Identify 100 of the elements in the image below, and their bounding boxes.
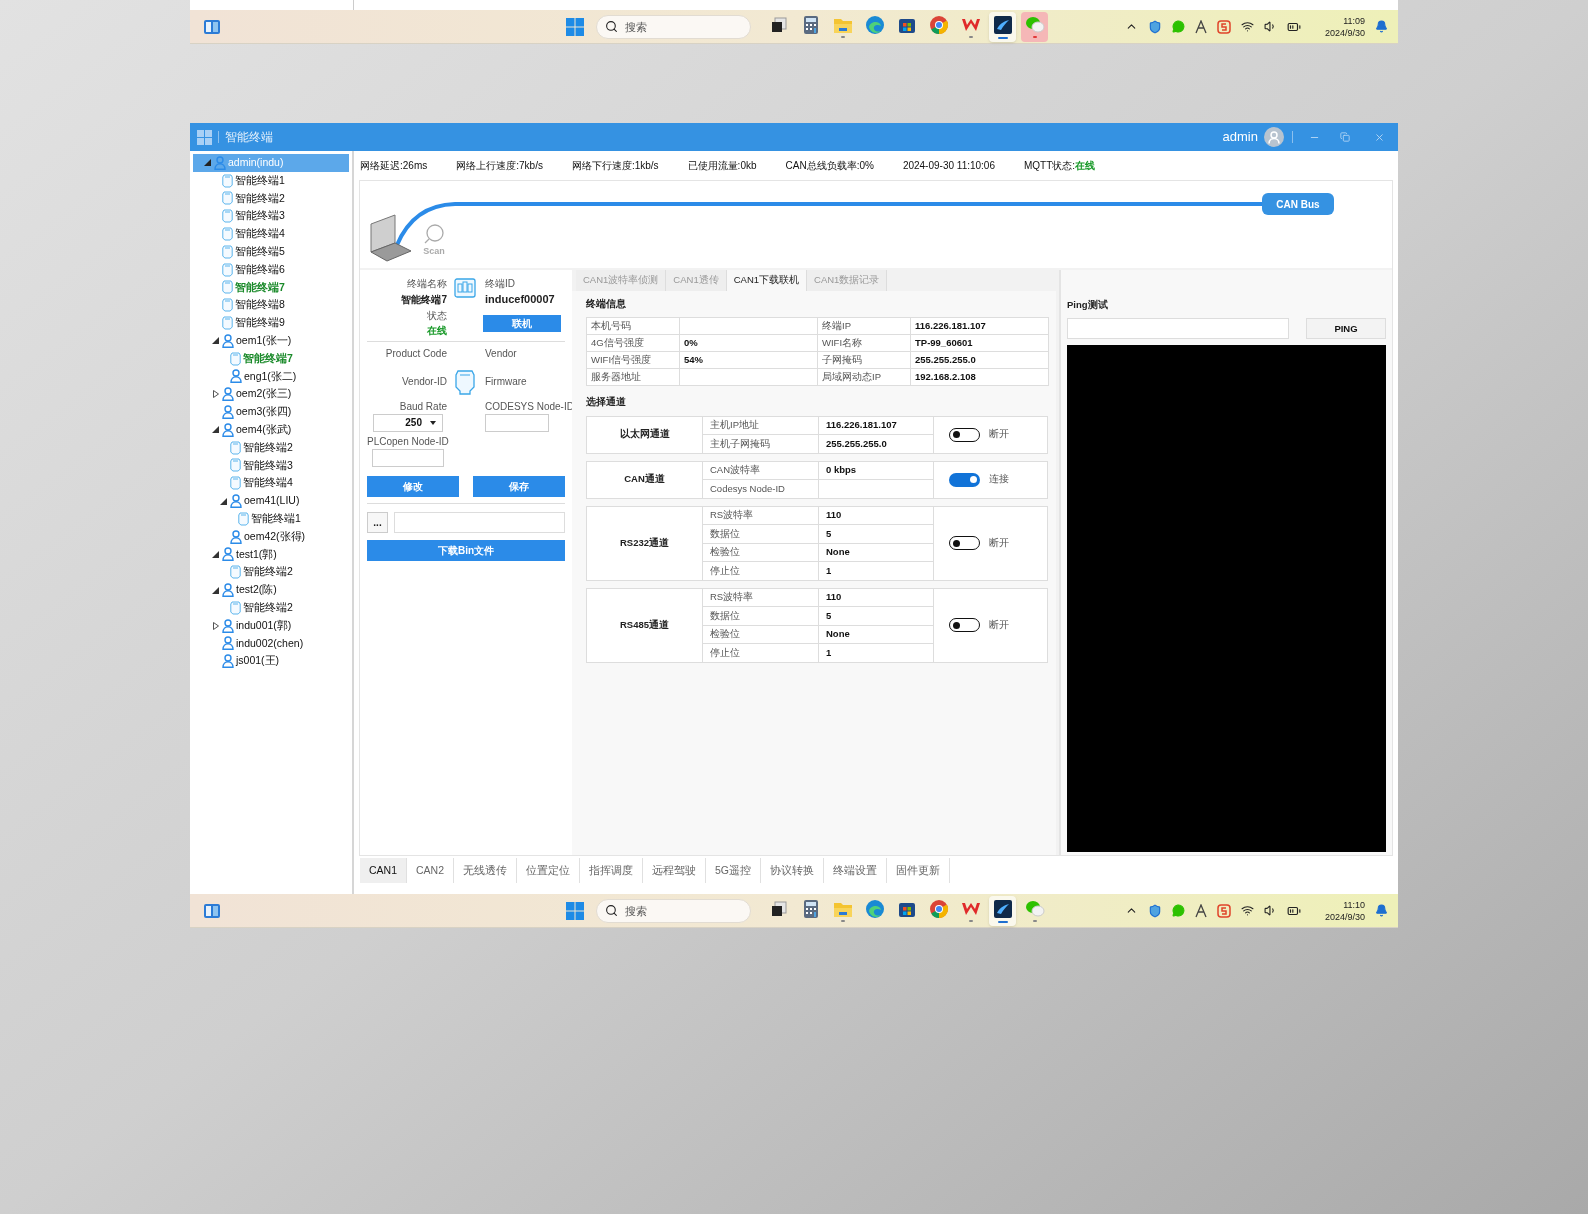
codesys-node-id-input[interactable] bbox=[485, 413, 549, 432]
tree-item[interactable]: oem2(张三) bbox=[193, 385, 349, 404]
toggle-state-label: 断开 bbox=[989, 427, 1009, 442]
download-bin-button[interactable]: 下载Bin文件 bbox=[367, 539, 565, 561]
device-icon bbox=[222, 244, 233, 259]
tree-item[interactable]: 智能终端9 bbox=[193, 314, 349, 332]
tree-item[interactable]: 智能终端2 bbox=[193, 563, 349, 582]
channel-name: RS485通道 bbox=[619, 618, 670, 630]
ping-button[interactable]: PING bbox=[1306, 318, 1386, 340]
s-logo-icon[interactable] bbox=[1216, 19, 1231, 34]
ping-address-input[interactable] bbox=[1067, 318, 1289, 340]
notification-bell-icon[interactable] bbox=[1375, 20, 1388, 33]
tree-item[interactable]: 智能终端3 bbox=[193, 456, 349, 475]
tree-item[interactable]: oem1(张一) bbox=[193, 331, 349, 350]
tree-item[interactable]: eng1(张二) bbox=[193, 367, 349, 386]
search-field[interactable]: 搜索 bbox=[596, 899, 751, 923]
tab[interactable]: CAN1 bbox=[360, 858, 407, 883]
save-button[interactable]: 保存 bbox=[473, 475, 565, 497]
toggle-switch[interactable] bbox=[949, 427, 980, 442]
tree-item[interactable]: 智能终端1 bbox=[193, 509, 349, 528]
toggle-switch[interactable] bbox=[949, 618, 980, 632]
expanded-triangle-icon[interactable] bbox=[220, 497, 227, 505]
tree-item[interactable]: 智能终端6 bbox=[193, 260, 349, 279]
person-icon bbox=[230, 494, 242, 509]
chat-bubbles-icon[interactable] bbox=[1024, 899, 1045, 918]
window-title: 智能终端 bbox=[225, 129, 273, 146]
plcopen-node-id-input[interactable] bbox=[372, 448, 444, 467]
user-name: admin bbox=[1222, 128, 1258, 147]
baud-rate-select[interactable]: 250 bbox=[373, 413, 443, 432]
notification-bell-icon[interactable] bbox=[1375, 904, 1388, 917]
volume-icon[interactable] bbox=[1263, 20, 1277, 33]
tree-item[interactable]: oem4(张武) bbox=[193, 420, 349, 439]
expanded-triangle-icon[interactable] bbox=[204, 159, 211, 167]
tree-item[interactable]: 智能终端7 bbox=[193, 278, 349, 297]
calculator-icon[interactable] bbox=[802, 14, 819, 35]
shield-icon[interactable] bbox=[1147, 903, 1162, 918]
monitor-app-icon[interactable] bbox=[992, 898, 1013, 919]
tab[interactable]: CAN1下载联机 bbox=[726, 270, 808, 291]
expanded-triangle-icon[interactable] bbox=[212, 550, 219, 558]
widgets-icon[interactable] bbox=[203, 18, 221, 35]
wifi-icon[interactable] bbox=[1240, 20, 1254, 33]
browse-button[interactable]: ... bbox=[367, 511, 388, 533]
tree-item-label: 智能终端3 bbox=[243, 457, 293, 473]
tree-item[interactable]: 智能终端2 bbox=[193, 438, 349, 457]
wifi-icon[interactable] bbox=[1240, 904, 1254, 917]
tree-item[interactable]: js001(王) bbox=[193, 652, 349, 671]
tree-item[interactable]: 智能终端7 bbox=[193, 349, 349, 368]
tree-item[interactable]: 智能终端3 bbox=[193, 207, 349, 226]
tree-item[interactable]: indu001(郭) bbox=[193, 616, 349, 635]
tree-item[interactable]: 智能终端4 bbox=[193, 474, 349, 493]
expanded-triangle-icon[interactable] bbox=[212, 337, 219, 345]
toggle-switch[interactable] bbox=[949, 536, 980, 550]
shield-icon[interactable] bbox=[1147, 19, 1162, 34]
tree-item[interactable]: oem42(张得) bbox=[193, 527, 349, 546]
tree-item[interactable]: 智能终端2 bbox=[193, 189, 349, 208]
device-icon bbox=[230, 476, 241, 491]
squares-icon[interactable] bbox=[769, 899, 788, 918]
swirl-icon[interactable] bbox=[864, 14, 885, 35]
taskbar-app[interactable] bbox=[989, 11, 1016, 42]
search-icon[interactable] bbox=[423, 223, 445, 245]
edit-button[interactable]: 修改 bbox=[367, 475, 459, 497]
volume-icon[interactable] bbox=[1263, 904, 1277, 917]
expanded-triangle-icon[interactable] bbox=[212, 426, 219, 434]
tree-item[interactable]: 智能终端4 bbox=[193, 225, 349, 243]
info-value: 0% bbox=[684, 337, 698, 349]
tree-item[interactable]: oem3(张四) bbox=[193, 403, 349, 421]
tree-item[interactable]: test2(陈) bbox=[193, 581, 349, 599]
tree-item-label: oem4(张武) bbox=[236, 421, 292, 437]
tree-item[interactable]: 智能终端5 bbox=[193, 243, 349, 261]
search-field[interactable]: 搜索 bbox=[596, 15, 751, 39]
person-icon bbox=[222, 422, 234, 437]
windows-logo-icon[interactable] bbox=[566, 901, 584, 920]
windows-logo-icon[interactable] bbox=[566, 17, 584, 36]
peak-icon[interactable] bbox=[1194, 903, 1207, 918]
calculator-icon[interactable] bbox=[802, 898, 819, 919]
squares-icon[interactable] bbox=[769, 15, 788, 34]
monitor-app-icon[interactable] bbox=[992, 14, 1013, 35]
tree-item[interactable]: indu002(chen) bbox=[193, 634, 349, 653]
tree-item[interactable]: 智能终端2 bbox=[193, 598, 349, 617]
round-browser-icon[interactable] bbox=[928, 898, 949, 919]
tree-item[interactable]: oem41(LIU) bbox=[193, 492, 349, 510]
tree-item-label: oem1(张一) bbox=[236, 333, 292, 348]
avatar-icon[interactable] bbox=[1264, 127, 1284, 147]
swirl-icon[interactable] bbox=[864, 898, 885, 919]
tree-item-label: js001(王) bbox=[236, 653, 280, 669]
peak-icon[interactable] bbox=[1194, 19, 1207, 34]
widgets-icon[interactable] bbox=[203, 902, 221, 919]
chat-bubbles-icon[interactable] bbox=[1024, 15, 1045, 34]
tree-item[interactable]: test1(郭) bbox=[193, 545, 349, 564]
file-path-input[interactable] bbox=[394, 511, 565, 533]
tree-item[interactable]: 智能终端8 bbox=[193, 296, 349, 315]
round-browser-icon[interactable] bbox=[928, 14, 949, 35]
collapsed-triangle-icon[interactable] bbox=[212, 621, 219, 630]
s-logo-icon[interactable] bbox=[1216, 903, 1231, 918]
toggle-switch[interactable] bbox=[949, 472, 980, 487]
connect-button[interactable]: 联机 bbox=[483, 315, 561, 332]
tree-item[interactable]: 智能终端1 bbox=[193, 171, 349, 190]
expanded-triangle-icon[interactable] bbox=[212, 586, 219, 594]
taskbar-app[interactable] bbox=[989, 895, 1016, 926]
collapsed-triangle-icon[interactable] bbox=[212, 390, 219, 399]
